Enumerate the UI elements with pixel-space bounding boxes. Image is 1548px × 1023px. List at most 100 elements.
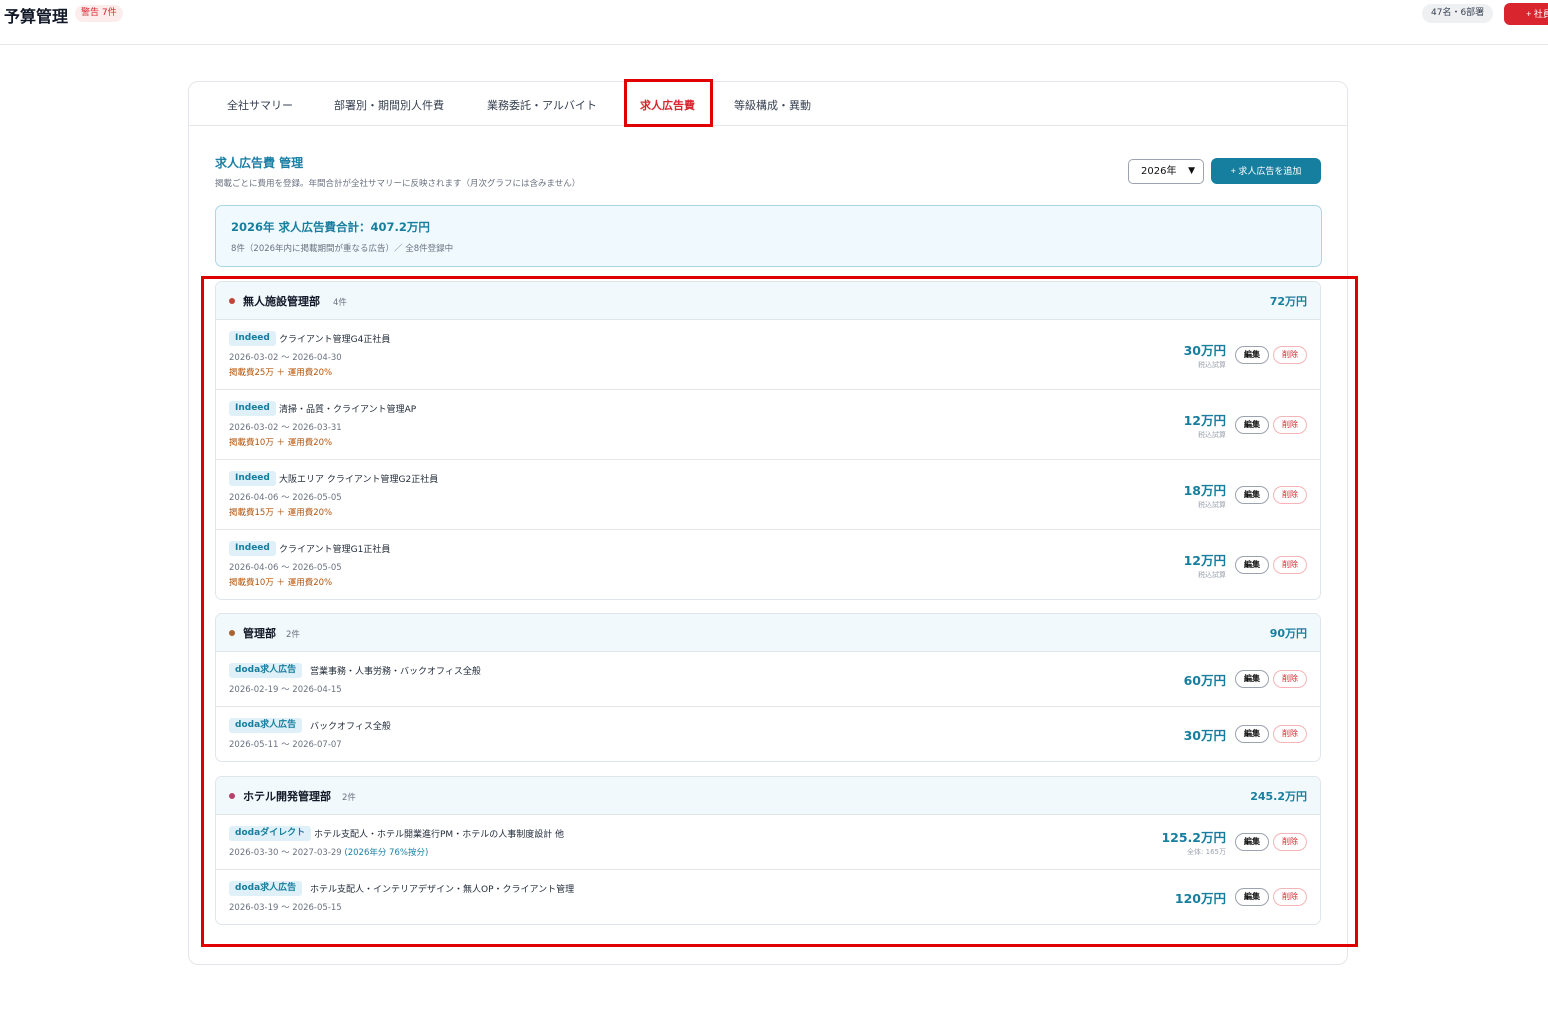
media-tag: dodaダイレクト [229, 826, 312, 841]
ad-fee-breakdown: 掲載費10万 ＋ 運用費20% [229, 438, 333, 448]
section-description: 掲載ごとに費用を登録。年間合計が全社サマリーに反映されます（月次グラフには含みま… [215, 179, 581, 189]
ad-row: Indeed 清掃・品質・クライアント管理AP 2026-03-02 〜 202… [216, 390, 1320, 460]
ad-row: doda求人広告 営業事務・人事労務・バックオフィス全般 2026-02-19 … [216, 652, 1320, 707]
edit-button[interactable]: 編集 [1235, 725, 1269, 743]
ad-amount-note: 税込試算 [1198, 571, 1226, 579]
ad-row: Indeed 大阪エリア クライアント管理G2正社員 2026-04-06 〜 … [216, 460, 1320, 530]
group-count: 4件 [333, 298, 347, 308]
ad-amount: 12万円 [1183, 553, 1226, 568]
tab-outsourcing-parttime[interactable]: 業務委託・アルバイト [487, 97, 597, 113]
ad-title: クライアント管理G1正社員 [279, 545, 391, 555]
ad-amount: 60万円 [1183, 673, 1226, 688]
group-count: 2件 [286, 630, 300, 640]
media-tag: doda求人広告 [229, 718, 303, 733]
group-header: 無人施設管理部 4件 72万円 [216, 282, 1320, 320]
ad-amount-note: 税込試算 [1198, 361, 1226, 369]
delete-button[interactable]: 削除 [1273, 670, 1307, 688]
edit-button[interactable]: 編集 [1235, 486, 1269, 504]
app-header: 予算管理 警告 7件 47名・6部署 + 社員 [0, 0, 1548, 45]
ad-period: 2026-05-11 〜 2026-07-07 [229, 740, 342, 750]
group-total: 245.2万円 [1250, 790, 1307, 803]
tab-bar: 全社サマリー 部署別・期間別人件費 業務委託・アルバイト 求人広告費 等級構成・… [189, 79, 1347, 127]
ad-title: ホテル支配人・ホテル開業進行PM・ホテルの人事制度設計 他 [314, 830, 565, 840]
ad-period: 2026-04-06 〜 2026-05-05 [229, 563, 342, 573]
ad-period: 2026-03-19 〜 2026-05-15 [229, 903, 342, 913]
annual-total-title: 2026年 求人広告費合計：407.2万円 [231, 220, 430, 234]
delete-button[interactable]: 削除 [1273, 486, 1307, 504]
ad-period: 2026-03-02 〜 2026-03-31 [229, 423, 342, 433]
edit-button[interactable]: 編集 [1235, 346, 1269, 364]
annual-total-box: 2026年 求人広告費合計：407.2万円 8件（2026年内に掲載期間が重なる… [215, 205, 1322, 267]
ad-amount: 30万円 [1183, 343, 1226, 358]
ad-title: 大阪エリア クライアント管理G2正社員 [279, 475, 439, 485]
edit-button[interactable]: 編集 [1235, 888, 1269, 906]
delete-button[interactable]: 削除 [1273, 725, 1307, 743]
ad-period: 2026-03-30 〜 2027-03-29 (2026年分 76%按分) [229, 846, 428, 858]
ad-title: 営業事務・人事労務・バックオフィス全般 [310, 667, 481, 677]
add-recruitment-ad-button[interactable]: + 求人広告を追加 [1211, 158, 1321, 184]
group-total: 72万円 [1269, 295, 1307, 308]
ad-row: doda求人広告 バックオフィス全般 2026-05-11 〜 2026-07-… [216, 707, 1320, 761]
ad-amount: 30万円 [1183, 728, 1226, 743]
tab-department-labor-cost[interactable]: 部署別・期間別人件費 [334, 97, 444, 113]
ad-period: 2026-02-19 〜 2026-04-15 [229, 685, 342, 695]
department-group: 無人施設管理部 4件 72万円 Indeed クライアント管理G4正社員 202… [215, 281, 1321, 600]
ad-title: ホテル支配人・インテリアデザイン・無人OP・クライアント管理 [310, 885, 575, 895]
staff-summary-chip[interactable]: 47名・6部署 [1422, 4, 1494, 23]
ad-period: 2026-03-02 〜 2026-04-30 [229, 353, 342, 363]
media-tag: doda求人広告 [229, 881, 303, 896]
edit-button[interactable]: 編集 [1235, 833, 1269, 851]
delete-button[interactable]: 削除 [1273, 888, 1307, 906]
edit-button[interactable]: 編集 [1235, 556, 1269, 574]
edit-button[interactable]: 編集 [1235, 416, 1269, 434]
media-tag: Indeed [229, 471, 276, 486]
annual-total-subtitle: 8件（2026年内に掲載期間が重なる広告）／ 全8件登録中 [231, 244, 454, 254]
ad-amount-note: 全体: 165万 [1187, 848, 1226, 856]
ad-row: Indeed クライアント管理G1正社員 2026-04-06 〜 2026-0… [216, 530, 1320, 599]
year-select[interactable]: 2026年 ▼ [1128, 159, 1204, 184]
group-header: ホテル開発管理部 2件 245.2万円 [216, 777, 1320, 815]
media-tag: Indeed [229, 331, 276, 346]
media-tag: doda求人広告 [229, 663, 303, 678]
add-staff-button[interactable]: + 社員 [1504, 3, 1548, 25]
group-name: ホテル開発管理部 [243, 790, 331, 803]
warning-badge[interactable]: 警告 7件 [75, 5, 123, 22]
ad-period: 2026-04-06 〜 2026-05-05 [229, 493, 342, 503]
ad-amount: 18万円 [1183, 483, 1226, 498]
delete-button[interactable]: 削除 [1273, 416, 1307, 434]
department-group: ホテル開発管理部 2件 245.2万円 dodaダイレクト ホテル支配人・ホテル… [215, 776, 1321, 925]
ad-row: dodaダイレクト ホテル支配人・ホテル開業進行PM・ホテルの人事制度設計 他 … [216, 815, 1320, 870]
ad-row: Indeed クライアント管理G4正社員 2026-03-02 〜 2026-0… [216, 320, 1320, 390]
ad-amount: 125.2万円 [1161, 830, 1226, 845]
delete-button[interactable]: 削除 [1273, 556, 1307, 574]
ad-amount-note: 税込試算 [1198, 501, 1226, 509]
group-name: 無人施設管理部 [243, 295, 320, 308]
group-total: 90万円 [1269, 627, 1307, 640]
app-title: 予算管理 [4, 7, 69, 26]
ad-title: クライアント管理G4正社員 [279, 335, 391, 345]
media-tag: Indeed [229, 541, 276, 556]
ad-title: バックオフィス全般 [310, 722, 391, 732]
department-group: 管理部 2件 90万円 doda求人広告 営業事務・人事労務・バックオフィス全般… [215, 613, 1321, 762]
section-title: 求人広告費 管理 [215, 156, 304, 170]
delete-button[interactable]: 削除 [1273, 833, 1307, 851]
ad-amount-note: 税込試算 [1198, 431, 1226, 439]
ad-amount: 12万円 [1183, 413, 1226, 428]
active-tab-highlight [624, 79, 713, 127]
ad-title: 清掃・品質・クライアント管理AP [279, 405, 417, 415]
chevron-down-icon: ▼ [1188, 166, 1195, 176]
ad-period-range: 2026-03-30 〜 2027-03-29 [229, 848, 342, 858]
ad-fee-breakdown: 掲載費25万 ＋ 運用費20% [229, 368, 333, 378]
ad-fee-breakdown: 掲載費10万 ＋ 運用費20% [229, 578, 333, 588]
tab-grade-transfer[interactable]: 等級構成・異動 [734, 97, 811, 113]
delete-button[interactable]: 削除 [1273, 346, 1307, 364]
ad-period-ratio: (2026年分 76%按分) [344, 848, 429, 858]
edit-button[interactable]: 編集 [1235, 670, 1269, 688]
department-color-dot [229, 298, 235, 304]
ad-row: doda求人広告 ホテル支配人・インテリアデザイン・無人OP・クライアント管理 … [216, 870, 1320, 924]
tab-company-summary[interactable]: 全社サマリー [227, 97, 293, 113]
group-header: 管理部 2件 90万円 [216, 614, 1320, 652]
year-select-value: 2026年 [1141, 166, 1177, 177]
department-color-dot [229, 793, 235, 799]
group-count: 2件 [342, 793, 356, 803]
